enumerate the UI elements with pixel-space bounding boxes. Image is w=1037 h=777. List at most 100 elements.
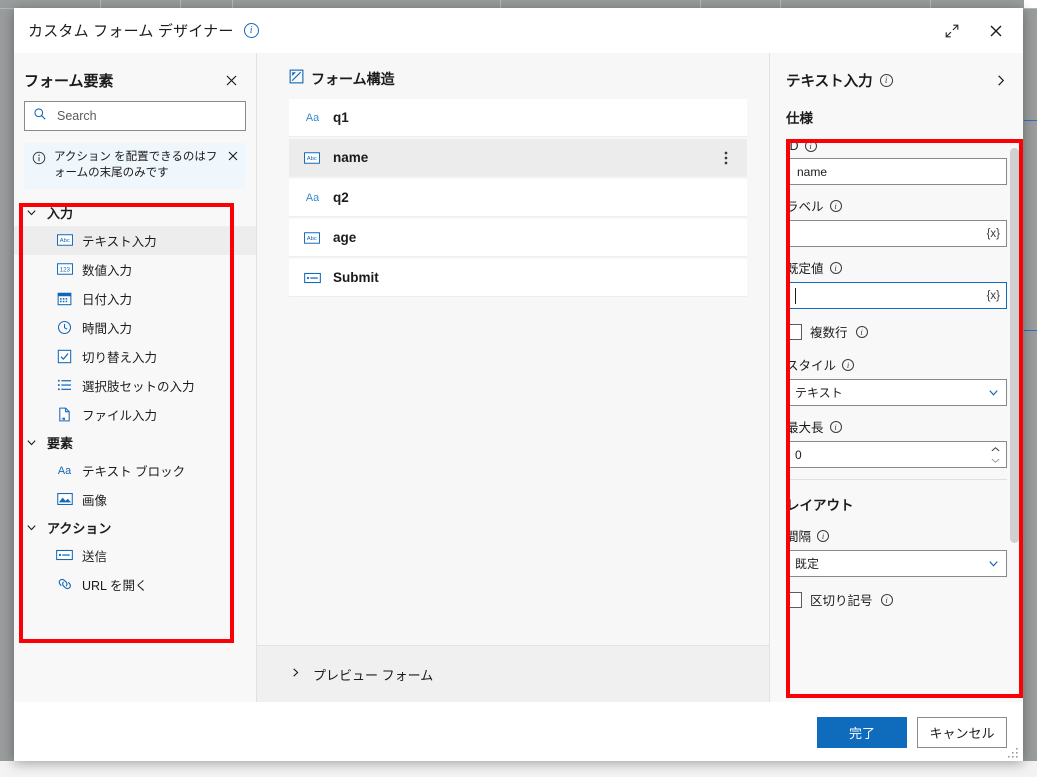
palette-item-text-block[interactable]: Aa テキスト ブロック — [14, 456, 256, 485]
titlebar-actions — [933, 8, 1015, 53]
field-id: ID i — [786, 139, 1007, 185]
info-icon[interactable]: i — [817, 529, 830, 542]
properties-header: テキスト入力 i — [770, 53, 1023, 93]
form-row-q2[interactable]: Aa q2 — [289, 179, 747, 217]
chevron-down-icon[interactable] — [990, 455, 1001, 466]
close-icon[interactable] — [218, 67, 244, 93]
resize-grip[interactable] — [1007, 746, 1019, 758]
palette-item-text-input[interactable]: Abc テキスト入力 — [14, 225, 256, 255]
max-length-spinner[interactable]: 0 — [786, 441, 1007, 468]
field-multiline[interactable]: 複数行 i — [786, 322, 1007, 341]
palette-group-elements[interactable]: 要素 — [14, 429, 256, 456]
label-input[interactable] — [795, 225, 987, 242]
palette-item-submit[interactable]: 送信 — [14, 541, 256, 570]
text-caret — [795, 288, 796, 304]
palette-item-label: 切り替え入力 — [82, 350, 158, 365]
id-input[interactable] — [795, 163, 1000, 180]
field-spacing: 間隔 i 既定 — [786, 526, 1007, 577]
done-button[interactable]: 完了 — [817, 716, 907, 748]
info-icon[interactable]: i — [829, 420, 842, 433]
field-max-length: 最大長 i 0 — [786, 417, 1007, 468]
info-icon[interactable]: i — [855, 325, 868, 338]
field-id-label-row: ID i — [786, 139, 1007, 153]
info-icon[interactable]: i — [243, 23, 259, 38]
expression-token-icon[interactable]: {x} — [987, 290, 1000, 302]
default-value-input-wrapper[interactable]: {x} — [786, 282, 1007, 309]
expression-token-icon[interactable]: {x} — [987, 228, 1000, 240]
palette-item-label: 送信 — [82, 549, 108, 564]
info-icon[interactable]: i — [829, 199, 842, 212]
palette-item-label: 選択肢セットの入力 — [82, 379, 195, 394]
form-row-name[interactable]: Abc name — [289, 139, 747, 177]
chevron-down-icon — [987, 386, 1000, 399]
palette-item-time-input[interactable]: 時間入力 — [14, 313, 256, 342]
field-separator[interactable]: 区切り記号 i — [786, 590, 1007, 609]
form-row-q1[interactable]: Aa q1 — [289, 99, 747, 137]
form-elements-header: フォーム要素 — [14, 53, 256, 101]
svg-text:Aa: Aa — [58, 465, 71, 477]
palette-item-open-url[interactable]: URL を開く — [14, 570, 256, 599]
preview-form-toggle[interactable]: プレビュー フォーム — [257, 645, 769, 702]
custom-form-designer-dialog: カスタム フォーム デザイナー i フォーム要素 Search アクション を配… — [14, 8, 1023, 761]
info-icon[interactable]: i — [829, 261, 842, 274]
form-row-label: Submit — [333, 270, 379, 285]
label-input-wrapper[interactable]: {x} — [786, 220, 1007, 247]
expand-icon[interactable] — [933, 15, 971, 47]
layout-fields: 間隔 i 既定 区切り記号 i — [770, 514, 1023, 609]
spacing-select[interactable]: 既定 — [786, 550, 1007, 577]
palette-group-label: アクション — [47, 520, 112, 536]
palette-item-file-input[interactable]: ファイル入力 — [14, 400, 256, 429]
field-label: 間隔 — [786, 530, 812, 544]
abc-textbox-icon: Abc — [303, 231, 321, 244]
cancel-button[interactable]: キャンセル — [917, 716, 1007, 748]
search-box[interactable] — [24, 101, 246, 131]
field-style: スタイル i テキスト — [786, 355, 1007, 406]
form-row-label: name — [333, 150, 369, 165]
submit-button-icon — [303, 272, 321, 284]
palette-item-number-input[interactable]: 123 数値入力 — [14, 255, 256, 284]
more-vertical-icon[interactable] — [715, 145, 737, 171]
id-input-wrapper[interactable] — [786, 158, 1007, 185]
background-strip — [1024, 0, 1037, 8]
clock-icon — [56, 319, 73, 336]
palette-group-actions[interactable]: アクション — [14, 514, 256, 541]
multiline-checkbox[interactable] — [786, 323, 802, 340]
aa-text-icon: Aa — [56, 462, 73, 479]
chevron-up-icon[interactable] — [990, 444, 1001, 455]
search-input[interactable] — [55, 108, 237, 124]
style-select-value: テキスト — [795, 386, 843, 400]
dialog-title: カスタム フォーム デザイナー — [28, 23, 234, 40]
form-row-submit[interactable]: Submit — [289, 259, 747, 297]
separator-checkbox[interactable] — [786, 591, 802, 608]
svg-text:Aa: Aa — [305, 192, 318, 204]
default-value-input[interactable] — [795, 287, 987, 304]
field-label-label-row: ラベル i — [786, 196, 1007, 215]
palette-item-date-input[interactable]: 日付入力 — [14, 284, 256, 313]
palette-group-input[interactable]: 入力 — [14, 199, 256, 226]
form-row-age[interactable]: Abc age — [289, 219, 747, 257]
form-structure-title: フォーム構造 — [311, 71, 395, 87]
chevron-down-icon — [987, 557, 1000, 570]
close-icon[interactable] — [224, 147, 242, 165]
info-icon[interactable]: i — [879, 73, 893, 87]
palette-item-choice-set-input[interactable]: 選択肢セットの入力 — [14, 371, 256, 400]
scrollbar-thumb[interactable] — [1010, 148, 1019, 543]
info-icon[interactable]: i — [804, 140, 817, 152]
info-icon[interactable]: i — [842, 358, 855, 371]
style-select[interactable]: テキスト — [786, 379, 1007, 406]
palette-item-toggle-input[interactable]: 切り替え入力 — [14, 342, 256, 371]
vertical-scrollbar[interactable] — [1010, 148, 1019, 543]
preview-form-label: プレビュー フォーム — [313, 667, 434, 683]
field-max-length-label-row: 最大長 i — [786, 417, 1007, 436]
palette-item-label: 時間入力 — [82, 321, 133, 336]
palette-item-label: URL を開く — [82, 578, 148, 593]
close-icon[interactable] — [977, 15, 1015, 47]
background-strip — [0, 761, 1037, 777]
abc-textbox-icon: Abc — [303, 151, 321, 164]
chevron-right-icon[interactable] — [987, 67, 1013, 93]
form-row-label: q1 — [333, 110, 349, 125]
properties-title: テキスト入力 — [786, 73, 873, 90]
list-options-icon — [56, 377, 73, 394]
info-icon[interactable]: i — [880, 593, 893, 606]
palette-item-image[interactable]: 画像 — [14, 485, 256, 514]
